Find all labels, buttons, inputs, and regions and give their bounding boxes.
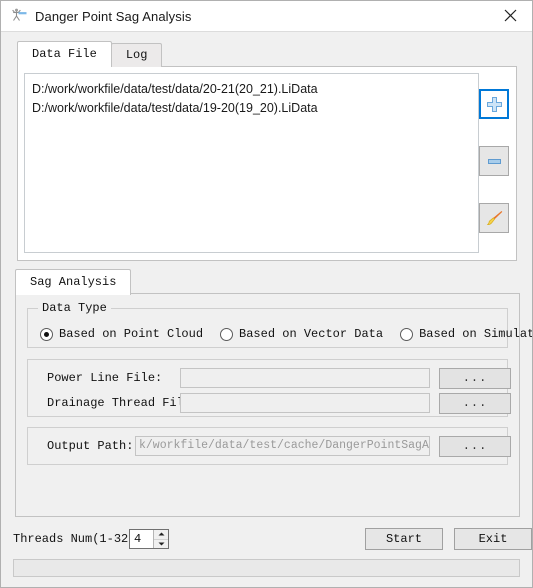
tab-data-file-label: Data File	[32, 47, 97, 61]
drainage-thread-file-row: Drainage Thread File: ...	[47, 392, 511, 414]
output-path-group: Output Path: k/workfile/data/test/cache/…	[27, 427, 511, 465]
power-line-file-label: Power Line File:	[47, 371, 163, 385]
clear-file-button[interactable]	[479, 203, 509, 233]
threads-num-stepper[interactable]: 4	[129, 529, 169, 549]
remove-file-button[interactable]	[479, 146, 509, 176]
input-files-group: Power Line File: ... Drainage Thread Fil…	[27, 359, 511, 417]
data-type-legend: Data Type	[38, 301, 111, 315]
data-file-panel: D:/work/workfile/data/test/data/20-21(20…	[17, 66, 517, 261]
threads-num-label: Threads Num(1-32):	[13, 532, 143, 546]
output-path-row: Output Path: k/workfile/data/test/cache/…	[47, 435, 511, 457]
radio-label: Based on Vector Data	[239, 327, 384, 341]
data-file-tabbar: Data File Log	[17, 41, 163, 67]
list-item[interactable]: D:/work/workfile/data/test/data/20-21(20…	[32, 80, 471, 99]
tab-sag-analysis-label: Sag Analysis	[30, 275, 117, 289]
radio-based-on-simulation-data[interactable]: Based on Simulation Data	[400, 327, 533, 341]
tab-sag-analysis[interactable]: Sag Analysis	[15, 269, 132, 295]
radio-label: Based on Simulation Data	[419, 327, 533, 341]
radio-based-on-point-cloud[interactable]: Based on Point Cloud	[40, 327, 203, 341]
add-file-button[interactable]	[479, 89, 509, 119]
file-list[interactable]: D:/work/workfile/data/test/data/20-21(20…	[24, 73, 479, 253]
exit-button[interactable]: Exit	[454, 528, 532, 550]
close-icon	[504, 9, 516, 22]
start-button[interactable]: Start	[365, 528, 443, 550]
output-path-browse-button[interactable]: ...	[439, 435, 511, 457]
threads-num-value[interactable]: 4	[130, 530, 153, 548]
title-bar: Danger Point Sag Analysis	[1, 1, 532, 32]
drainage-thread-file-label: Drainage Thread File:	[47, 396, 199, 410]
radio-label: Based on Point Cloud	[59, 327, 204, 341]
progress-bar	[13, 559, 520, 577]
list-item[interactable]: D:/work/workfile/data/test/data/19-20(19…	[32, 99, 471, 118]
sag-analysis-tabbar: Sag Analysis	[15, 269, 132, 295]
data-type-radio-row: Based on Point Cloud Based on Vector Dat…	[40, 327, 533, 341]
stepper-up-button[interactable]	[154, 530, 168, 540]
brush-icon	[486, 210, 502, 225]
output-path-label: Output Path:	[47, 439, 134, 453]
power-line-file-row: Power Line File: ...	[47, 367, 511, 389]
sag-analysis-panel: Data Type Based on Point Cloud Based on …	[15, 293, 532, 517]
chevron-down-icon	[158, 542, 164, 546]
window-title: Danger Point Sag Analysis	[35, 8, 192, 24]
radio-dot	[400, 327, 414, 341]
chevron-up-icon	[158, 532, 164, 536]
radio-dot	[40, 327, 53, 341]
dialog-window: Danger Point Sag Analysis Data File Log …	[0, 0, 533, 588]
tab-data-file[interactable]: Data File	[17, 41, 112, 67]
radio-based-on-vector-data[interactable]: Based on Vector Data	[220, 327, 383, 341]
output-path-input[interactable]: k/workfile/data/test/cache/DangerPointSa…	[135, 436, 430, 456]
power-line-file-input[interactable]	[180, 368, 430, 388]
drainage-thread-file-input[interactable]	[180, 393, 430, 413]
stepper-down-button[interactable]	[154, 540, 168, 549]
plus-icon	[486, 96, 502, 112]
drainage-thread-browse-button[interactable]: ...	[439, 392, 511, 414]
minus-icon	[487, 158, 501, 164]
tab-log-label: Log	[125, 48, 148, 62]
close-button[interactable]	[488, 1, 532, 30]
stepper-arrows	[153, 530, 168, 548]
radio-dot	[220, 327, 234, 341]
tab-log[interactable]: Log	[110, 43, 163, 67]
tower-figure-icon	[12, 8, 27, 21]
power-line-browse-button[interactable]: ...	[439, 367, 511, 389]
data-type-group: Data Type Based on Point Cloud Based on …	[27, 301, 532, 348]
